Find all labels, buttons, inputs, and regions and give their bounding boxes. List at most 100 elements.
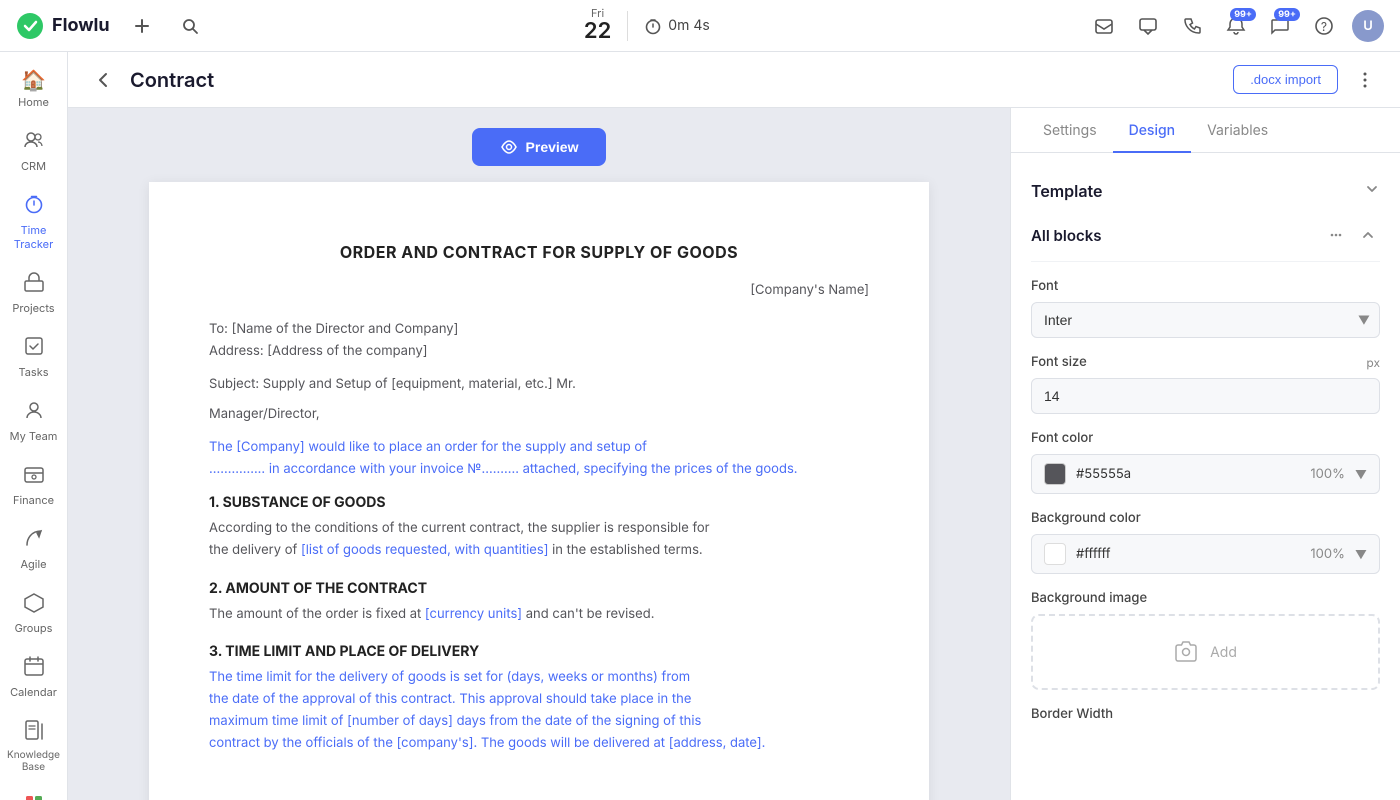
font-color-opacity: 100% <box>1310 466 1344 482</box>
split-panes: Preview ORDER AND CONTRACT FOR SUPPLY OF… <box>68 108 1400 800</box>
dots-icon <box>1328 227 1344 243</box>
finance-icon <box>23 463 45 490</box>
tab-design[interactable]: Design <box>1113 108 1192 153</box>
sidebar-item-groups[interactable]: Groups <box>4 583 64 643</box>
notifications-button[interactable]: 99+ <box>1220 10 1252 42</box>
font-size-input[interactable] <box>1031 378 1380 414</box>
topbar-center: Fri 22 0m 4s <box>584 7 710 43</box>
timer-icon <box>644 17 662 35</box>
all-blocks-more-button[interactable] <box>1324 223 1348 247</box>
font-section: Font Inter Arial Helvetica Times New Rom… <box>1031 262 1380 726</box>
sidebar-item-crm[interactable]: CRM <box>4 121 64 181</box>
bg-color-select[interactable]: #ffffff 100% ▼ <box>1031 534 1380 574</box>
date-num: 22 <box>584 19 611 43</box>
sidebar-item-label-groups: Groups <box>15 621 53 635</box>
document-paper: ORDER AND CONTRACT FOR SUPPLY OF GOODS [… <box>149 182 929 800</box>
font-size-unit: px <box>1366 355 1380 370</box>
messages-button[interactable]: 99+ <box>1264 10 1296 42</box>
section-1-body: According to the conditions of the curre… <box>209 517 869 561</box>
bg-image-upload-button[interactable]: Add <box>1031 614 1380 690</box>
font-label: Font <box>1031 278 1380 294</box>
sidebar-item-label-knowledge-base: Knowledge Base <box>7 749 60 773</box>
chat-button[interactable] <box>1132 10 1164 42</box>
sidebar-item-label-calendar: Calendar <box>10 685 57 699</box>
font-color-hex: #55555a <box>1076 466 1300 482</box>
document-company: [Company's Name] <box>209 282 869 298</box>
sidebar-item-time-tracker[interactable]: Time Tracker <box>4 185 64 259</box>
my-team-icon <box>23 399 45 426</box>
right-panel: Settings Design Variables Template All <box>1010 108 1400 800</box>
back-button[interactable] <box>88 65 118 95</box>
template-section[interactable]: Template <box>1031 169 1380 213</box>
phone-button[interactable] <box>1176 10 1208 42</box>
sidebar-item-tasks[interactable]: Tasks <box>4 327 64 387</box>
bg-image-section: Background image Add <box>1031 590 1380 706</box>
knowledge-base-icon <box>23 719 45 746</box>
logo[interactable]: Flowlu <box>16 12 110 40</box>
all-blocks-collapse-button[interactable] <box>1356 223 1380 247</box>
bg-color-opacity: 100% <box>1310 546 1344 562</box>
docx-import-button[interactable]: .docx import <box>1233 65 1338 94</box>
tasks-icon <box>23 335 45 362</box>
topbar-icons: 99+ 99+ ? U <box>1088 10 1384 42</box>
phone-icon <box>1182 16 1202 36</box>
sidebar-item-label-projects: Projects <box>12 301 54 315</box>
template-section-title: Template <box>1031 181 1103 201</box>
all-blocks-header: All blocks <box>1031 213 1380 262</box>
avatar-initials: U <box>1363 18 1373 34</box>
preview-button[interactable]: Preview <box>472 128 607 166</box>
sidebar-item-projects[interactable]: Projects <box>4 263 64 323</box>
sidebar-item-my-team[interactable]: My Team <box>4 391 64 451</box>
more-icon <box>1355 70 1375 90</box>
font-size-label-row: Font size px <box>1031 354 1380 370</box>
font-color-label: Font color <box>1031 430 1380 446</box>
all-blocks-title: All blocks <box>1031 226 1101 245</box>
sidebar-item-knowledge-base[interactable]: Knowledge Base <box>4 711 64 781</box>
docs-icon <box>23 793 45 800</box>
section-2-body: The amount of the order is fixed at [cur… <box>209 603 869 625</box>
sidebar-item-home[interactable]: 🏠 Home <box>4 60 64 117</box>
inbox-button[interactable] <box>1088 10 1120 42</box>
font-color-select[interactable]: #55555a 100% ▼ <box>1031 454 1380 494</box>
date-display: Fri 22 <box>584 7 611 43</box>
sidebar-item-calendar[interactable]: Calendar <box>4 647 64 707</box>
border-width-label: Border Width <box>1031 706 1380 722</box>
back-arrow-icon <box>94 71 112 89</box>
inbox-icon <box>1094 16 1114 36</box>
chevron-up-icon <box>1360 227 1376 243</box>
sidebar-item-label-time-tracker: Time Tracker <box>8 223 60 251</box>
user-avatar[interactable]: U <box>1352 10 1384 42</box>
font-color-swatch <box>1044 463 1066 485</box>
bg-color-label: Background color <box>1031 510 1380 526</box>
address-line-1: To: [Name of the Director and Company] <box>209 318 869 340</box>
help-button[interactable]: ? <box>1308 10 1340 42</box>
logo-text: Flowlu <box>52 15 110 36</box>
document-address: To: [Name of the Director and Company] A… <box>209 318 869 362</box>
flowlu-logo-icon <box>16 12 44 40</box>
more-options-button[interactable] <box>1350 65 1380 95</box>
sidebar-item-docs[interactable]: Docs <box>4 785 64 800</box>
page-title: Contract <box>130 68 1221 92</box>
projects-icon <box>23 271 45 298</box>
section-2-header: 2. AMOUNT OF THE CONTRACT <box>209 580 869 597</box>
sidebar-item-label-home: Home <box>18 95 49 109</box>
document-salutation: Manager/Director, <box>209 406 869 422</box>
tab-variables[interactable]: Variables <box>1191 108 1284 153</box>
timer-display: 0m 4s <box>644 17 709 35</box>
sidebar-item-finance[interactable]: Finance <box>4 455 64 515</box>
tab-settings[interactable]: Settings <box>1027 108 1113 153</box>
messages-badge: 99+ <box>1274 8 1300 21</box>
sidebar-item-agile[interactable]: Agile <box>4 519 64 579</box>
calendar-icon <box>23 655 45 682</box>
font-select[interactable]: Inter Arial Helvetica Times New Roman Ge… <box>1031 302 1380 338</box>
sidebar-item-label-finance: Finance <box>13 493 54 507</box>
sidebar-item-label-agile: Agile <box>20 557 46 571</box>
all-blocks-actions <box>1324 223 1380 247</box>
add-button[interactable] <box>126 10 158 42</box>
home-icon: 🏠 <box>21 68 46 92</box>
sidebar-item-label-tasks: Tasks <box>18 365 48 379</box>
sidebar-item-label-my-team: My Team <box>10 429 58 443</box>
font-color-wrap: #55555a 100% ▼ <box>1031 454 1380 494</box>
search-button[interactable] <box>174 10 206 42</box>
content-area: Contract .docx import Preview ORDER AND … <box>68 52 1400 800</box>
